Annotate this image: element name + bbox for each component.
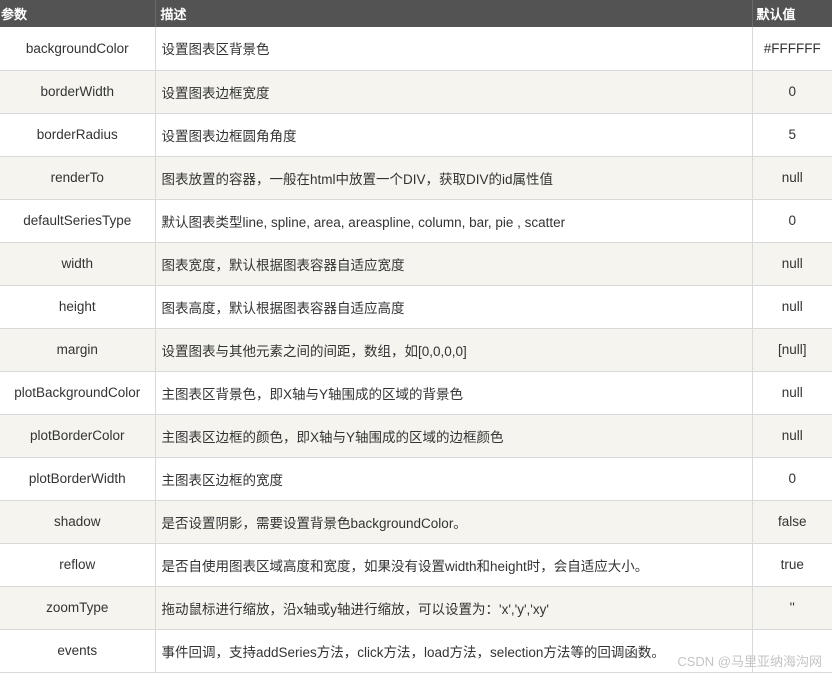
- default-value-cell: 5: [752, 113, 832, 157]
- description-cell: 设置图表区背景色: [155, 27, 753, 71]
- csdn-watermark: CSDN @马里亚纳海沟网: [677, 654, 822, 669]
- description-cell: 主图表区边框的颜色，即X轴与Y轴围成的区域的边框颜色: [155, 414, 753, 458]
- config-options-table: 参数 描述 默认值 backgroundColor 设置图表区背景色 #FFFF…: [0, 0, 832, 673]
- description-cell: 图表宽度，默认根据图表容器自适应宽度: [155, 242, 753, 286]
- description-cell: 是否自使用图表区域高度和宽度，如果没有设置width和height时，会自适应大…: [155, 543, 753, 587]
- param-cell: shadow: [0, 500, 156, 544]
- table-row: backgroundColor 设置图表区背景色 #FFFFFF: [0, 27, 832, 71]
- table-row: width 图表宽度，默认根据图表容器自适应宽度 null: [0, 242, 832, 286]
- description-cell: 设置图表与其他元素之间的间距，数组，如[0,0,0,0]: [155, 328, 753, 372]
- param-cell: plotBorderWidth: [0, 457, 156, 501]
- description-cell: 事件回调，支持addSeries方法，click方法，load方法，select…: [155, 629, 753, 673]
- param-cell: height: [0, 285, 156, 329]
- default-value-cell: null: [752, 285, 832, 329]
- table-row: borderRadius 设置图表边框圆角角度 5: [0, 113, 832, 157]
- header-param: 参数: [0, 0, 156, 27]
- param-cell: plotBackgroundColor: [0, 371, 156, 415]
- table-row: reflow 是否自使用图表区域高度和宽度，如果没有设置width和height…: [0, 543, 832, 587]
- description-cell: 设置图表边框圆角角度: [155, 113, 753, 157]
- description-cell: 主图表区背景色，即X轴与Y轴围成的区域的背景色: [155, 371, 753, 415]
- table-row: plotBorderColor 主图表区边框的颜色，即X轴与Y轴围成的区域的边框…: [0, 414, 832, 458]
- table-row: zoomType 拖动鼠标进行缩放，沿x轴或y轴进行缩放，可以设置为：'x','…: [0, 586, 832, 630]
- default-value-cell: null: [752, 414, 832, 458]
- default-value-cell: null: [752, 371, 832, 415]
- param-cell: backgroundColor: [0, 27, 156, 71]
- table-row: shadow 是否设置阴影，需要设置背景色backgroundColor。 fa…: [0, 500, 832, 544]
- description-cell: 是否设置阴影，需要设置背景色backgroundColor。: [155, 500, 753, 544]
- default-value-cell: 0: [752, 70, 832, 114]
- header-row: 参数 描述 默认值: [0, 0, 832, 27]
- default-value-cell: true: [752, 543, 832, 587]
- param-cell: borderRadius: [0, 113, 156, 157]
- table-row: renderTo 图表放置的容器，一般在html中放置一个DIV，获取DIV的i…: [0, 156, 832, 200]
- table-row: borderWidth 设置图表边框宽度 0: [0, 70, 832, 114]
- param-cell: borderWidth: [0, 70, 156, 114]
- param-cell: events: [0, 629, 156, 673]
- default-value-cell: false: [752, 500, 832, 544]
- description-cell: 图表高度，默认根据图表容器自适应高度: [155, 285, 753, 329]
- table-row: margin 设置图表与其他元素之间的间距，数组，如[0,0,0,0] [nul…: [0, 328, 832, 372]
- table-body: backgroundColor 设置图表区背景色 #FFFFFF borderW…: [0, 27, 832, 673]
- description-cell: 主图表区边框的宽度: [155, 457, 753, 501]
- table-header: 参数 描述 默认值: [0, 0, 832, 27]
- description-cell: 默认图表类型line, spline, area, areaspline, co…: [155, 199, 753, 243]
- table-row: plotBorderWidth 主图表区边框的宽度 0: [0, 457, 832, 501]
- param-cell: renderTo: [0, 156, 156, 200]
- description-cell: 拖动鼠标进行缩放，沿x轴或y轴进行缩放，可以设置为：'x','y','xy': [155, 586, 753, 630]
- table-row: defaultSeriesType 默认图表类型line, spline, ar…: [0, 199, 832, 243]
- param-cell: reflow: [0, 543, 156, 587]
- param-cell: margin: [0, 328, 156, 372]
- table-row: plotBackgroundColor 主图表区背景色，即X轴与Y轴围成的区域的…: [0, 371, 832, 415]
- param-cell: plotBorderColor: [0, 414, 156, 458]
- default-value-cell: 0: [752, 457, 832, 501]
- header-default-value: 默认值: [756, 7, 796, 22]
- param-cell: defaultSeriesType: [0, 199, 156, 243]
- default-value-cell: null: [752, 156, 832, 200]
- description-cell: 设置图表边框宽度: [155, 70, 753, 114]
- table-row: height 图表高度，默认根据图表容器自适应高度 null: [0, 285, 832, 329]
- param-cell: width: [0, 242, 156, 286]
- default-value-cell: '': [752, 586, 832, 630]
- default-value-cell: 0: [752, 199, 832, 243]
- default-value-cell: #FFFFFF: [752, 27, 832, 71]
- header-description: 描述: [155, 0, 753, 27]
- default-value-cell: null: [752, 242, 832, 286]
- param-cell: zoomType: [0, 586, 156, 630]
- description-cell: 图表放置的容器，一般在html中放置一个DIV，获取DIV的id属性值: [155, 156, 753, 200]
- default-value-cell: [null]: [752, 328, 832, 372]
